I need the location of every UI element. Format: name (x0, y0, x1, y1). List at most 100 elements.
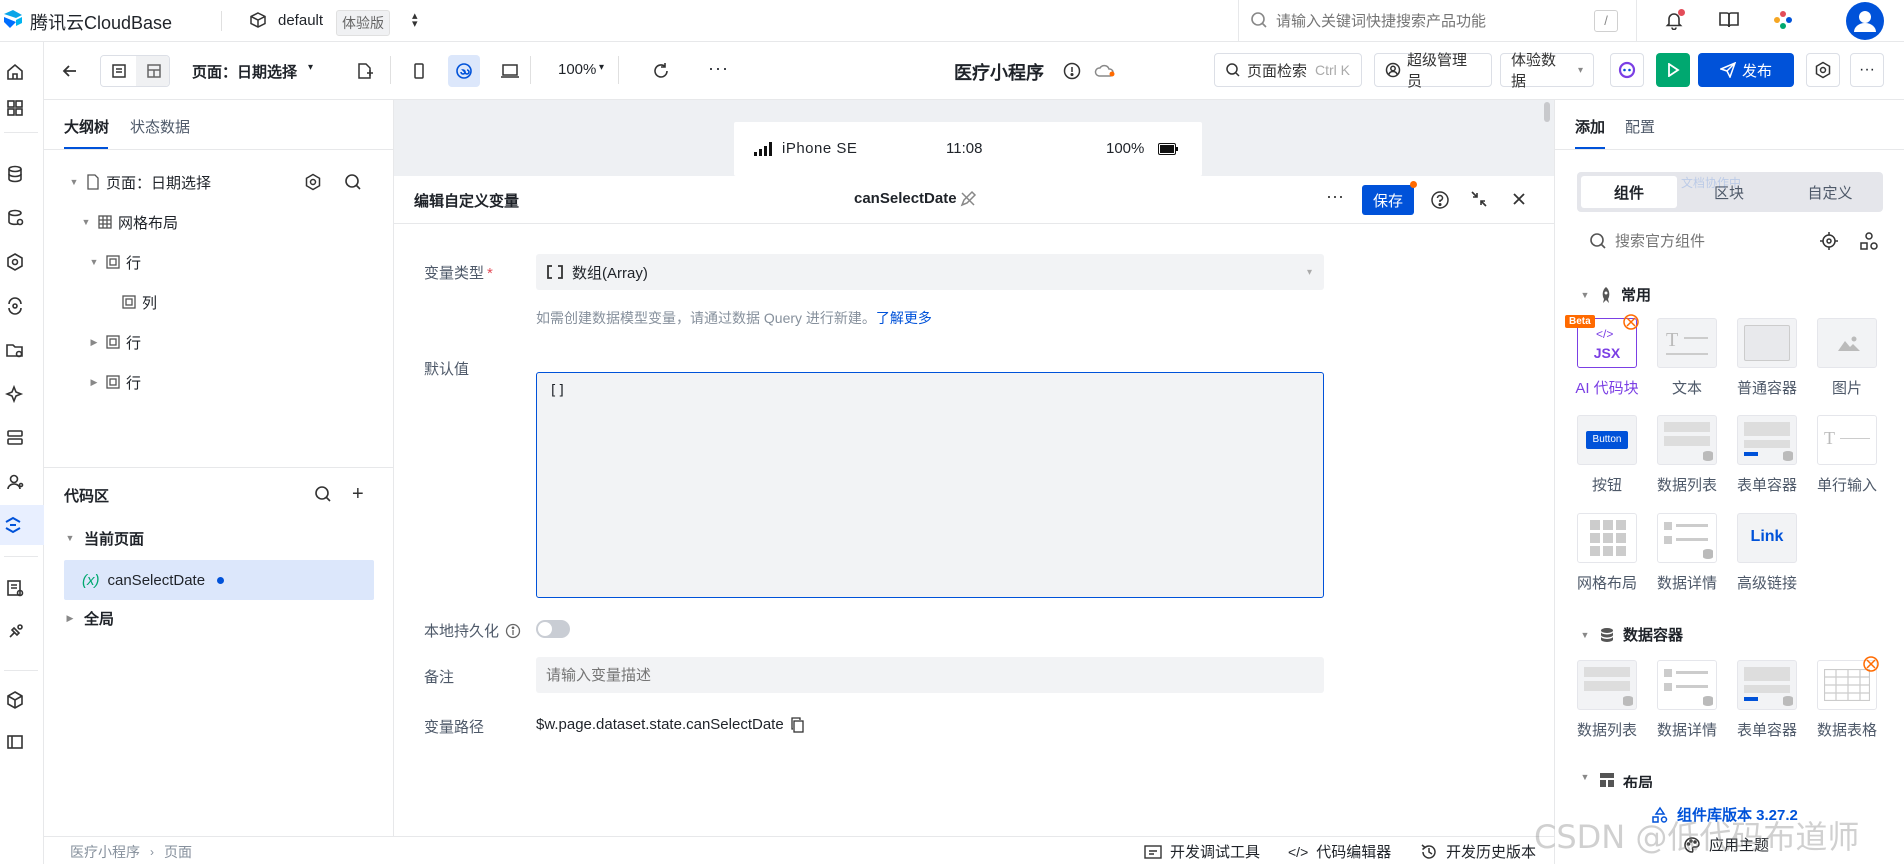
help-icon[interactable] (1430, 190, 1450, 210)
component-data-detail[interactable] (1657, 660, 1717, 710)
code-search-icon[interactable] (314, 485, 332, 503)
component-form-container[interactable] (1737, 660, 1797, 710)
section-layout[interactable]: ▼ 布局 (1579, 772, 1653, 788)
desktop-device-icon[interactable] (500, 62, 520, 80)
info-icon[interactable] (505, 623, 521, 639)
cloudbase-logo-icon[interactable] (2, 8, 24, 30)
close-icon[interactable] (1510, 190, 1528, 208)
logs-icon[interactable] (5, 578, 25, 598)
ai-assistant-icon[interactable] (1772, 9, 1794, 31)
notification-bell-icon[interactable] (1664, 9, 1685, 30)
edit-name-icon[interactable] (959, 190, 977, 208)
chevron-down-icon[interactable]: ▾ (599, 62, 604, 73)
tree-item-row[interactable]: ▶ 行 (88, 364, 141, 400)
page-search-button[interactable]: 页面检索 Ctrl K (1214, 53, 1362, 87)
more-options-icon[interactable]: ··· (1326, 186, 1344, 207)
app-theme[interactable]: 应用主题 (1683, 834, 1769, 855)
settings-button[interactable] (1806, 53, 1840, 87)
component-text[interactable]: T (1657, 318, 1717, 368)
learn-more-link[interactable]: 了解更多 (876, 310, 932, 326)
code-item-variable[interactable]: (x) canSelectDate (64, 560, 374, 600)
outline-view-icon[interactable] (101, 56, 136, 86)
component-tree-icon[interactable] (1859, 231, 1879, 251)
breadcrumb-item[interactable]: 医疗小程序 (70, 842, 140, 862)
chevron-down-icon[interactable]: ▾ (308, 62, 313, 73)
more-menu-button[interactable]: ··· (1850, 53, 1884, 87)
segment-components[interactable]: 组件 (1581, 176, 1677, 208)
component-button[interactable]: Button (1577, 415, 1637, 465)
publish-button[interactable]: 发布 (1698, 53, 1794, 87)
user-avatar[interactable] (1846, 2, 1884, 40)
code-editor-button[interactable]: </> 代码编辑器 (1288, 841, 1391, 862)
run-preview-button[interactable] (1656, 53, 1690, 87)
tree-item-page[interactable]: ▼ 页面：日期选择 (68, 164, 211, 200)
page-settings-gear-icon[interactable] (304, 173, 322, 191)
tab-outline-tree[interactable]: 大纲树 (64, 116, 109, 137)
segment-custom[interactable]: 自定义 (1781, 176, 1879, 208)
note-input[interactable] (536, 657, 1324, 693)
canvas-scrollbar[interactable] (1544, 102, 1550, 122)
miniprogram-device-icon[interactable] (448, 55, 480, 87)
component-data-list[interactable] (1577, 660, 1637, 710)
env-name[interactable]: default (278, 12, 323, 29)
refresh-icon[interactable] (652, 62, 670, 80)
caret-down-icon[interactable]: ▼ (88, 257, 100, 267)
locate-icon[interactable] (1819, 231, 1839, 251)
tree-item-grid[interactable]: ▼ 网格布局 (80, 204, 178, 240)
zoom-selector[interactable]: 100% (558, 61, 596, 78)
copilot-button[interactable] (1610, 53, 1644, 87)
lowcode-nav-active[interactable] (0, 505, 44, 545)
breadcrumb-item[interactable]: 页面 (164, 842, 192, 862)
tab-config[interactable]: 配置 (1625, 116, 1655, 137)
cloud-sync-icon[interactable] (1094, 63, 1116, 79)
caret-right-icon[interactable]: ▶ (64, 613, 76, 624)
section-data-container[interactable]: ▼ 数据容器 (1579, 624, 1683, 645)
tree-search-icon[interactable] (344, 173, 362, 191)
section-common[interactable]: ▼ 常用 (1579, 284, 1651, 305)
component-data-detail[interactable] (1657, 513, 1717, 563)
env-switch-icon[interactable]: ▴ ▾ (412, 11, 418, 30)
code-group-global[interactable]: ▶ 全局 (64, 600, 114, 636)
collapse-sidebar-icon[interactable] (5, 732, 25, 752)
admin-role-button[interactable]: 超级管理员 (1374, 52, 1492, 90)
caret-down-icon[interactable]: ▼ (68, 177, 80, 187)
database-icon[interactable] (5, 164, 25, 184)
home-icon[interactable] (5, 62, 25, 82)
caret-right-icon[interactable]: ▶ (88, 377, 100, 388)
history-button[interactable]: 开发历史版本 (1420, 841, 1536, 862)
caret-down-icon[interactable]: ▼ (80, 217, 92, 227)
back-arrow-icon[interactable] (60, 61, 80, 81)
copy-icon[interactable] (790, 716, 806, 733)
global-search-input[interactable] (1276, 8, 1576, 34)
collapse-icon[interactable] (1470, 190, 1488, 208)
component-form-container[interactable] (1737, 415, 1797, 465)
component-single-input[interactable]: T (1817, 415, 1877, 465)
tab-state-data[interactable]: 状态数据 (130, 116, 190, 137)
apps-grid-icon[interactable] (5, 98, 25, 118)
mobile-device-icon[interactable] (410, 62, 428, 80)
codebox-icon[interactable] (5, 690, 25, 710)
user-management-icon[interactable] (5, 472, 25, 492)
tree-item-row[interactable]: ▼ 行 (88, 244, 141, 280)
ai-sparkle-icon[interactable] (5, 384, 25, 404)
info-icon[interactable] (1063, 62, 1081, 80)
debug-tool-button[interactable]: 开发调试工具 (1144, 841, 1260, 862)
extension-icon[interactable] (5, 622, 25, 642)
storage-folder-icon[interactable] (5, 340, 25, 360)
code-group-current-page[interactable]: ▼ 当前页面 (64, 520, 144, 556)
more-options-icon[interactable]: ··· (708, 58, 729, 79)
caret-right-icon[interactable]: ▶ (88, 337, 100, 348)
tree-item-row[interactable]: ▶ 行 (88, 324, 141, 360)
component-data-list[interactable] (1657, 415, 1717, 465)
tab-add[interactable]: 添加 (1575, 116, 1605, 137)
component-container[interactable] (1737, 318, 1797, 368)
component-grid-layout[interactable] (1577, 513, 1637, 563)
new-page-icon[interactable] (356, 62, 374, 80)
tree-item-col[interactable]: 列 (116, 284, 157, 320)
layers-icon[interactable] (5, 428, 25, 448)
brand-title[interactable]: 腾讯云CloudBase (30, 9, 172, 35)
docs-book-icon[interactable] (1718, 10, 1740, 30)
data-source-icon[interactable] (5, 208, 25, 228)
component-advanced-link[interactable]: Link (1737, 513, 1797, 563)
component-image[interactable] (1817, 318, 1877, 368)
